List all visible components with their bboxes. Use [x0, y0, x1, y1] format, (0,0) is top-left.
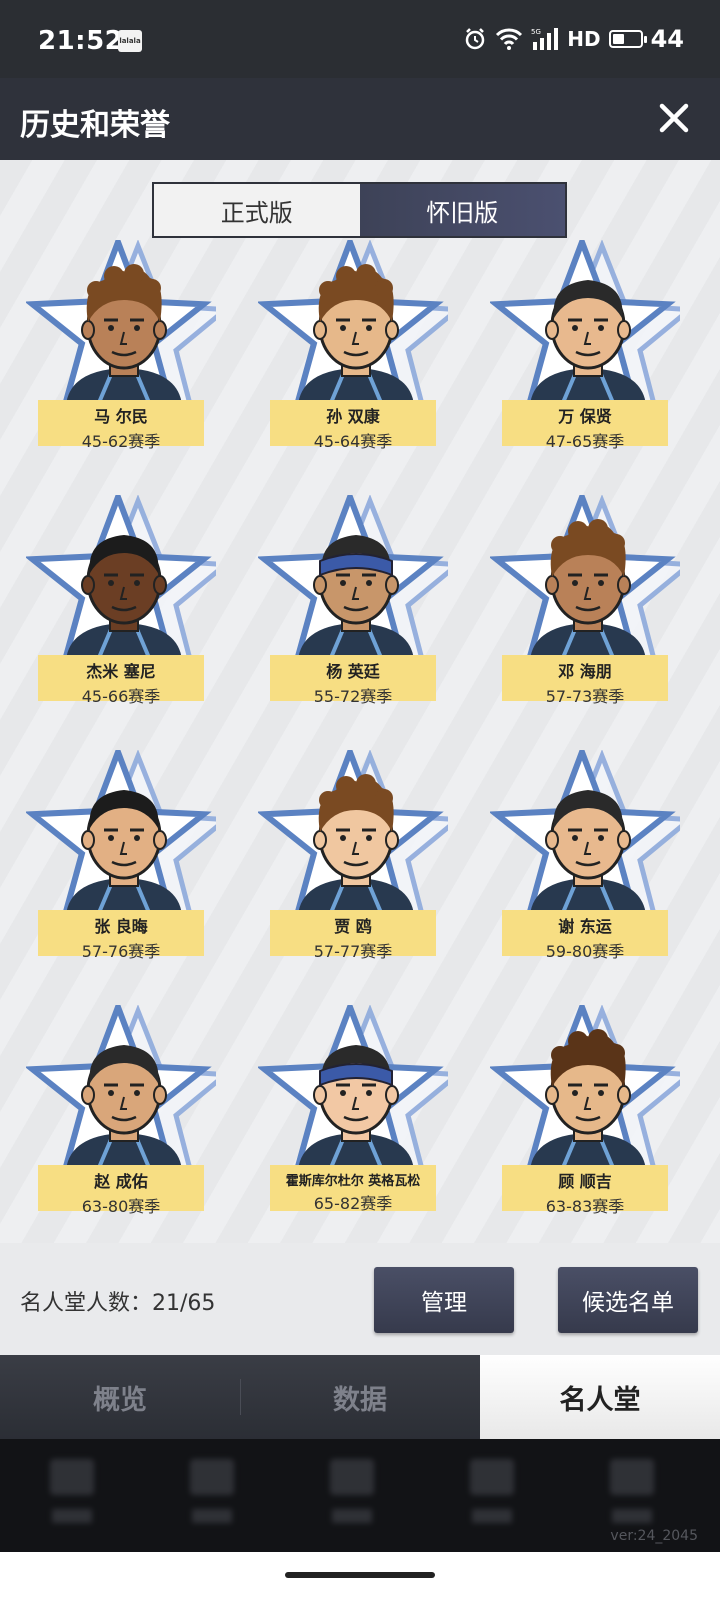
player-name: 杰米 塞尼 — [86, 662, 156, 681]
player-portrait — [258, 495, 448, 660]
hof-footer: 名人堂人数：21/65 管理 候选名单 — [0, 1243, 720, 1355]
player-name: 赵 成佑 — [94, 1172, 148, 1191]
home-indicator[interactable] — [285, 1572, 435, 1578]
svg-text:5G: 5G — [531, 28, 541, 36]
player-name: 谢 东运 — [558, 917, 612, 936]
system-gesture-area — [0, 1552, 720, 1600]
player-seasons: 63-80赛季 — [81, 1197, 161, 1216]
version-label: ver:24_2045 — [610, 1528, 698, 1544]
player-seasons: 59-80赛季 — [545, 942, 625, 961]
player-portrait — [26, 1005, 216, 1170]
alarm-icon — [466, 28, 485, 50]
status-bar: 21:52 lalala 5G HD 44 — [0, 0, 720, 78]
header: 历史和荣誉 — [0, 78, 720, 160]
player-label: 赵 成佑 63-80赛季 — [38, 1165, 204, 1216]
player-card[interactable]: 邓 海朋 57-73赛季 — [490, 495, 680, 706]
page-title: 历史和荣誉 — [20, 108, 170, 143]
player-label: 顾 顺吉 63-83赛季 — [502, 1165, 668, 1216]
player-label: 万 保贤 47-65赛季 — [502, 400, 668, 451]
player-card[interactable]: 顾 顺吉 63-83赛季 — [490, 1005, 680, 1216]
close-icon[interactable] — [654, 98, 694, 138]
manage-button[interactable]: 管理 — [374, 1267, 514, 1333]
network-type: HD — [567, 27, 601, 51]
player-portrait — [26, 750, 216, 915]
nav-item-blurred[interactable] — [322, 1459, 382, 1539]
player-card[interactable]: 马 尔民 45-62赛季 — [26, 240, 216, 451]
tab-stats[interactable]: 数据 — [240, 1355, 480, 1439]
player-seasons: 47-65赛季 — [545, 432, 625, 451]
player-seasons: 55-72赛季 — [313, 687, 393, 706]
player-seasons: 63-83赛季 — [545, 1197, 625, 1216]
player-name: 邓 海朋 — [558, 662, 612, 681]
player-portrait — [490, 750, 680, 915]
version-toggle: 正式版 怀旧版 — [152, 182, 567, 238]
player-portrait — [26, 240, 216, 405]
player-portrait — [258, 750, 448, 915]
tab-overview[interactable]: 概览 — [0, 1355, 240, 1439]
toggle-classic[interactable]: 怀旧版 — [359, 184, 565, 236]
player-label: 邓 海朋 57-73赛季 — [502, 655, 668, 706]
hof-count: 名人堂人数：21/65 — [20, 1291, 216, 1316]
player-seasons: 45-66赛季 — [81, 687, 161, 706]
player-seasons: 57-77赛季 — [313, 942, 393, 961]
player-label: 马 尔民 45-62赛季 — [38, 400, 204, 451]
player-name: 孙 双康 — [326, 407, 380, 426]
player-seasons: 45-64赛季 — [313, 432, 393, 451]
player-card[interactable]: 谢 东运 59-80赛季 — [490, 750, 680, 961]
status-indicators: 5G HD 44 — [463, 24, 684, 54]
player-label: 杨 英廷 55-72赛季 — [270, 655, 436, 706]
nav-item-blurred[interactable] — [42, 1459, 102, 1539]
player-portrait — [490, 240, 680, 405]
player-label: 孙 双康 45-64赛季 — [270, 400, 436, 451]
status-time: 21:52 — [38, 26, 124, 56]
player-portrait — [258, 1005, 448, 1170]
hall-of-fame-content: 正式版 怀旧版 马 尔民 45-62赛季 孙 双康 45-64赛季 万 保贤 4… — [0, 160, 720, 1243]
player-portrait — [490, 1005, 680, 1170]
battery-percent: 44 — [650, 25, 684, 53]
player-seasons: 57-76赛季 — [81, 942, 161, 961]
bottom-navigation: ver:24_2045 — [0, 1439, 720, 1552]
player-name: 霍斯库尔杜尔 英格瓦松 — [285, 1174, 421, 1189]
player-seasons: 45-62赛季 — [81, 432, 161, 451]
player-name: 张 良晦 — [94, 917, 148, 936]
player-card[interactable]: 贾 鸥 57-77赛季 — [258, 750, 448, 961]
player-name: 马 尔民 — [94, 407, 148, 426]
cellular-signal-icon: 5G — [531, 28, 559, 50]
player-label: 霍斯库尔杜尔 英格瓦松 65-82赛季 — [270, 1165, 436, 1213]
player-label: 杰米 塞尼 45-66赛季 — [38, 655, 204, 706]
player-card[interactable]: 孙 双康 45-64赛季 — [258, 240, 448, 451]
battery-level — [612, 34, 625, 44]
wifi-icon — [496, 28, 523, 50]
player-label: 谢 东运 59-80赛季 — [502, 910, 668, 961]
player-card[interactable]: 赵 成佑 63-80赛季 — [26, 1005, 216, 1216]
player-card[interactable]: 杨 英廷 55-72赛季 — [258, 495, 448, 706]
player-name: 贾 鸥 — [334, 917, 372, 936]
player-seasons: 57-73赛季 — [545, 687, 625, 706]
app-notification-icon: lalala — [118, 30, 142, 52]
nav-item-blurred[interactable] — [182, 1459, 242, 1539]
player-card[interactable]: 霍斯库尔杜尔 英格瓦松 65-82赛季 — [258, 1005, 448, 1215]
player-card[interactable]: 万 保贤 47-65赛季 — [490, 240, 680, 451]
player-portrait — [26, 495, 216, 660]
candidates-button[interactable]: 候选名单 — [558, 1267, 698, 1333]
player-seasons: 65-82赛季 — [313, 1194, 393, 1213]
nav-item-blurred[interactable] — [602, 1459, 662, 1539]
tab-hall-of-fame[interactable]: 名人堂 — [480, 1355, 720, 1439]
player-name: 万 保贤 — [558, 407, 612, 426]
battery-icon — [608, 30, 647, 48]
player-name: 顾 顺吉 — [558, 1172, 612, 1191]
player-label: 贾 鸥 57-77赛季 — [270, 910, 436, 961]
nav-item-blurred[interactable] — [462, 1459, 522, 1539]
player-portrait — [490, 495, 680, 660]
player-name: 杨 英廷 — [326, 662, 380, 681]
player-card[interactable]: 杰米 塞尼 45-66赛季 — [26, 495, 216, 706]
section-tabs: 概览 数据 名人堂 — [0, 1355, 720, 1439]
player-label: 张 良晦 57-76赛季 — [38, 910, 204, 961]
player-portrait — [258, 240, 448, 405]
toggle-official[interactable]: 正式版 — [154, 184, 360, 236]
player-card[interactable]: 张 良晦 57-76赛季 — [26, 750, 216, 961]
